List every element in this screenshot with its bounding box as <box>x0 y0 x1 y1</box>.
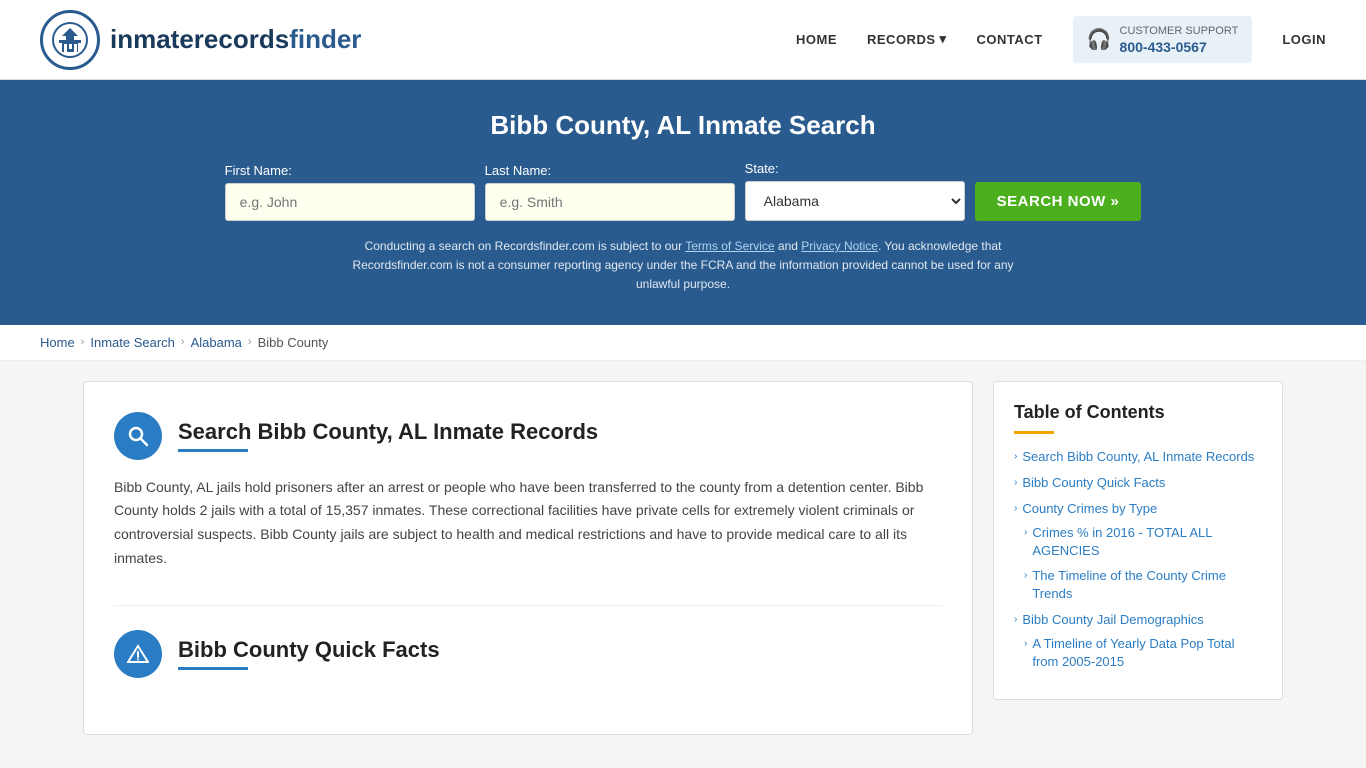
site-header: inmaterecordsfinder HOME RECORDS ▾ CONTA… <box>0 0 1366 80</box>
section2-title-block: Bibb County Quick Facts <box>178 637 440 670</box>
search-form: First Name: Last Name: State: Alabama Al… <box>40 161 1326 221</box>
toc-sub-link-2[interactable]: › The Timeline of the County Crime Trend… <box>1024 567 1262 603</box>
section1-header: Search Bibb County, AL Inmate Records <box>114 412 942 460</box>
section-quick-facts: Bibb County Quick Facts <box>114 630 942 704</box>
section1-title: Search Bibb County, AL Inmate Records <box>178 419 598 445</box>
breadcrumb-current: Bibb County <box>258 335 329 350</box>
search-icon-circle <box>114 412 162 460</box>
toc-sub-list: › Crimes % in 2016 - TOTAL ALL AGENCIES … <box>1024 524 1262 603</box>
chevron-icon: › <box>1014 502 1017 516</box>
toc-sub-item-1: › Crimes % in 2016 - TOTAL ALL AGENCIES <box>1024 524 1262 560</box>
nav-home[interactable]: HOME <box>796 32 837 47</box>
breadcrumb-sep1: › <box>81 336 85 348</box>
first-name-group: First Name: <box>225 163 475 221</box>
toc-box: Table of Contents › Search Bibb County, … <box>993 381 1283 701</box>
toc-sub-link-3[interactable]: › A Timeline of Yearly Data Pop Total fr… <box>1024 635 1262 671</box>
last-name-group: Last Name: <box>485 163 735 221</box>
support-label: CUSTOMER SUPPORT <box>1120 24 1239 38</box>
section1-body: Bibb County, AL jails hold prisoners aft… <box>114 476 942 571</box>
toc-underline <box>1014 431 1054 434</box>
toc-item-4: › Bibb County Jail Demographics › A Time… <box>1014 611 1262 672</box>
last-name-input[interactable] <box>485 183 735 221</box>
title-underline <box>178 449 248 452</box>
toc-list: › Search Bibb County, AL Inmate Records … <box>1014 448 1262 672</box>
support-info: CUSTOMER SUPPORT 800-433-0567 <box>1120 24 1239 54</box>
tos-link[interactable]: Terms of Service <box>685 239 774 253</box>
nav-records[interactable]: RECORDS ▾ <box>867 31 947 47</box>
chevron-icon: › <box>1024 526 1027 540</box>
main-container: Search Bibb County, AL Inmate Records Bi… <box>43 381 1323 735</box>
section1-title-block: Search Bibb County, AL Inmate Records <box>178 419 598 452</box>
chevron-icon: › <box>1024 637 1027 651</box>
sidebar: Table of Contents › Search Bibb County, … <box>993 381 1283 735</box>
breadcrumb-sep2: › <box>181 336 185 348</box>
support-number: 800-433-0567 <box>1120 39 1239 55</box>
support-box: 🎧 CUSTOMER SUPPORT 800-433-0567 <box>1073 16 1253 62</box>
breadcrumb-inmate-search[interactable]: Inmate Search <box>90 335 175 350</box>
disclaimer-text: Conducting a search on Recordsfinder.com… <box>333 237 1033 295</box>
toc-item-3: › County Crimes by Type › Crimes % in 20… <box>1014 500 1262 603</box>
section2-header: Bibb County Quick Facts <box>114 630 942 678</box>
nav-contact[interactable]: CONTACT <box>977 32 1043 47</box>
chevron-icon: › <box>1014 450 1017 464</box>
privacy-link[interactable]: Privacy Notice <box>801 239 878 253</box>
toc-sub-item-3: › A Timeline of Yearly Data Pop Total fr… <box>1024 635 1262 671</box>
login-button[interactable]: LOGIN <box>1282 32 1326 47</box>
content-area: Search Bibb County, AL Inmate Records Bi… <box>83 381 973 735</box>
state-select[interactable]: Alabama Alaska Arizona <box>745 181 965 221</box>
logo-text: inmaterecordsfinder <box>110 24 361 55</box>
logo-icon <box>40 10 100 70</box>
main-nav: HOME RECORDS ▾ CONTACT 🎧 CUSTOMER SUPPOR… <box>796 16 1326 62</box>
logo-area: inmaterecordsfinder <box>40 10 361 70</box>
search-now-button[interactable]: SEARCH NOW » <box>975 182 1142 221</box>
chevron-down-icon: ▾ <box>940 31 947 47</box>
section-inmate-records: Search Bibb County, AL Inmate Records Bi… <box>114 412 942 581</box>
state-group: State: Alabama Alaska Arizona <box>745 161 965 221</box>
first-name-label: First Name: <box>225 163 292 178</box>
title-underline-2 <box>178 667 248 670</box>
warning-icon-circle <box>114 630 162 678</box>
first-name-input[interactable] <box>225 183 475 221</box>
toc-title: Table of Contents <box>1014 402 1262 423</box>
last-name-label: Last Name: <box>485 163 551 178</box>
toc-link-1[interactable]: › Search Bibb County, AL Inmate Records <box>1014 448 1262 466</box>
chevron-icon: › <box>1014 476 1017 490</box>
breadcrumb-alabama[interactable]: Alabama <box>191 335 242 350</box>
state-label: State: <box>745 161 779 176</box>
chevron-icon: › <box>1014 613 1017 627</box>
toc-item-2: › Bibb County Quick Facts <box>1014 474 1262 492</box>
toc-link-4[interactable]: › Bibb County Jail Demographics <box>1014 611 1262 629</box>
toc-sub-link-1[interactable]: › Crimes % in 2016 - TOTAL ALL AGENCIES <box>1024 524 1262 560</box>
section-divider <box>114 605 942 606</box>
hero-title: Bibb County, AL Inmate Search <box>40 110 1326 141</box>
breadcrumb-sep3: › <box>248 336 252 348</box>
headset-icon: 🎧 <box>1087 27 1112 52</box>
chevron-icon: › <box>1024 569 1027 583</box>
toc-link-3[interactable]: › County Crimes by Type <box>1014 500 1262 518</box>
toc-sub-list-2: › A Timeline of Yearly Data Pop Total fr… <box>1024 635 1262 671</box>
breadcrumb: Home › Inmate Search › Alabama › Bibb Co… <box>0 325 1366 361</box>
toc-link-2[interactable]: › Bibb County Quick Facts <box>1014 474 1262 492</box>
hero-section: Bibb County, AL Inmate Search First Name… <box>0 80 1366 325</box>
toc-sub-item-2: › The Timeline of the County Crime Trend… <box>1024 567 1262 603</box>
toc-item-1: › Search Bibb County, AL Inmate Records <box>1014 448 1262 466</box>
breadcrumb-home[interactable]: Home <box>40 335 75 350</box>
section2-title: Bibb County Quick Facts <box>178 637 440 663</box>
